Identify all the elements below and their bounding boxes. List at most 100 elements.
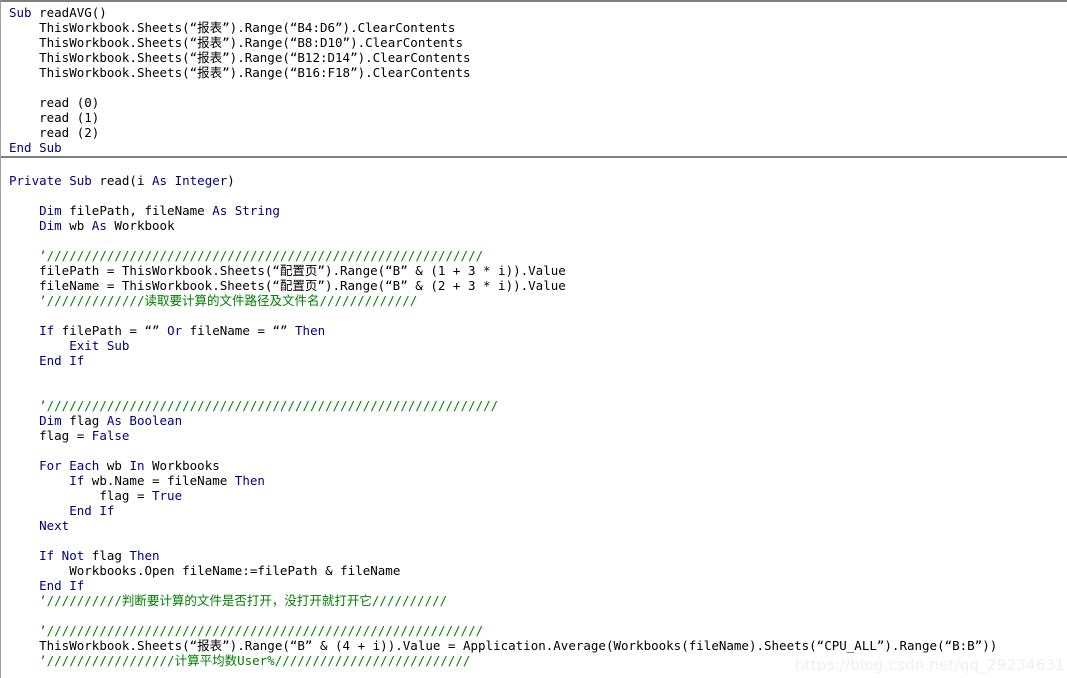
code-line[interactable]: read (2) [5, 125, 1067, 140]
code-line[interactable] [5, 443, 1067, 458]
code-line[interactable]: ’//////////判断要计算的文件是否打开，没打开就打开它/////////… [5, 593, 1067, 608]
code-comment: ’/////////////////计算平均数User%////////////… [39, 653, 471, 668]
code-line[interactable]: Exit Sub [5, 338, 1067, 353]
code-line[interactable]: Private Sub read(i As Integer) [5, 173, 1067, 188]
code-keyword: Or [159, 323, 183, 338]
code-keyword: True [152, 488, 183, 503]
code-keyword: If [39, 323, 55, 338]
code-line[interactable] [5, 383, 1067, 398]
code-keyword: Dim [39, 218, 62, 233]
code-line[interactable]: If Not flag Then [5, 548, 1067, 563]
code-keyword: If [69, 473, 85, 488]
code-line[interactable]: ThisWorkbook.Sheets(“报表”).Range(“B” & (4… [5, 638, 1067, 653]
code-line[interactable]: If filePath = “” Or fileName = “” Then [5, 323, 1067, 338]
code-text: ThisWorkbook.Sheets(“报表”).Range(“B4:D6”)… [39, 20, 456, 35]
code-text: ) [227, 173, 235, 188]
code-line[interactable]: read (0) [5, 95, 1067, 110]
code-line[interactable] [5, 608, 1067, 623]
code-line[interactable]: ’/////////////////计算平均数User%////////////… [5, 653, 1067, 668]
code-line[interactable]: If wb.Name = fileName Then [5, 473, 1067, 488]
code-text: wb.Name = fileName [84, 473, 235, 488]
code-line[interactable]: ’///////////////////////////////////////… [5, 398, 1067, 413]
code-line[interactable]: ThisWorkbook.Sheets(“报表”).Range(“B8:D10”… [5, 35, 1067, 50]
code-keyword: Then [129, 548, 160, 563]
code-line[interactable] [5, 308, 1067, 323]
code-text: Workbooks.Open fileName:=filePath & file… [69, 563, 401, 578]
code-line[interactable]: End If [5, 353, 1067, 368]
code-text: wb [99, 458, 130, 473]
code-text: read(i [91, 173, 153, 188]
code-keyword: End If [39, 353, 85, 368]
code-line[interactable] [5, 533, 1067, 548]
code-line[interactable]: read (1) [5, 110, 1067, 125]
code-line[interactable]: ThisWorkbook.Sheets(“报表”).Range(“B4:D6”)… [5, 20, 1067, 35]
code-line[interactable]: filePath = ThisWorkbook.Sheets(“配置页”).Ra… [5, 263, 1067, 278]
code-keyword: As Integer [152, 173, 228, 188]
code-line[interactable] [5, 188, 1067, 203]
code-surface[interactable]: Sub readAVG() ThisWorkbook.Sheets(“报表”).… [1, 2, 1067, 668]
vba-code-editor[interactable]: Sub readAVG() ThisWorkbook.Sheets(“报表”).… [0, 0, 1067, 678]
code-line[interactable]: Dim wb As Workbook [5, 218, 1067, 233]
code-line[interactable] [5, 368, 1067, 383]
code-line[interactable]: Sub readAVG() [5, 5, 1067, 20]
code-keyword: End If [39, 578, 85, 593]
code-comment: ’//////////判断要计算的文件是否打开，没打开就打开它/////////… [39, 593, 448, 608]
code-keyword: End If [69, 503, 115, 518]
code-line[interactable]: fileName = ThisWorkbook.Sheets(“配置页”).Ra… [5, 278, 1067, 293]
code-keyword: As [91, 218, 107, 233]
code-text: fileName = [182, 323, 273, 338]
code-line[interactable] [5, 80, 1067, 95]
code-line[interactable]: End If [5, 503, 1067, 518]
code-line[interactable] [5, 158, 1067, 173]
code-line[interactable]: ’/////////////读取要计算的文件路径及文件名////////////… [5, 293, 1067, 308]
code-line[interactable]: ThisWorkbook.Sheets(“报表”).Range(“B16:F18… [5, 65, 1067, 80]
code-line[interactable]: For Each wb In Workbooks [5, 458, 1067, 473]
code-text: “” [144, 323, 160, 338]
code-line[interactable]: ’///////////////////////////////////////… [5, 248, 1067, 263]
code-line[interactable]: ’///////////////////////////////////////… [5, 623, 1067, 638]
code-line[interactable]: Workbooks.Open fileName:=filePath & file… [5, 563, 1067, 578]
code-line[interactable]: End If [5, 578, 1067, 593]
code-text: filePath, fileName [61, 203, 213, 218]
code-text: Workbooks [144, 458, 220, 473]
code-text: “” [272, 323, 288, 338]
code-line[interactable]: Next [5, 518, 1067, 533]
code-keyword: As Boolean [106, 413, 183, 428]
code-line[interactable]: End Sub [5, 140, 1067, 155]
code-line[interactable]: Dim flag As Boolean [5, 413, 1067, 428]
code-line[interactable]: flag = True [5, 488, 1067, 503]
code-keyword: Then [234, 473, 265, 488]
code-text: read (2) [39, 125, 100, 140]
code-line[interactable] [5, 233, 1067, 248]
code-line[interactable]: Dim filePath, fileName As String [5, 203, 1067, 218]
code-line[interactable]: flag = False [5, 428, 1067, 443]
code-keyword: Next [39, 518, 70, 533]
code-line[interactable]: ThisWorkbook.Sheets(“报表”).Range(“B12:D14… [5, 50, 1067, 65]
procedure-separator [1, 156, 1067, 158]
